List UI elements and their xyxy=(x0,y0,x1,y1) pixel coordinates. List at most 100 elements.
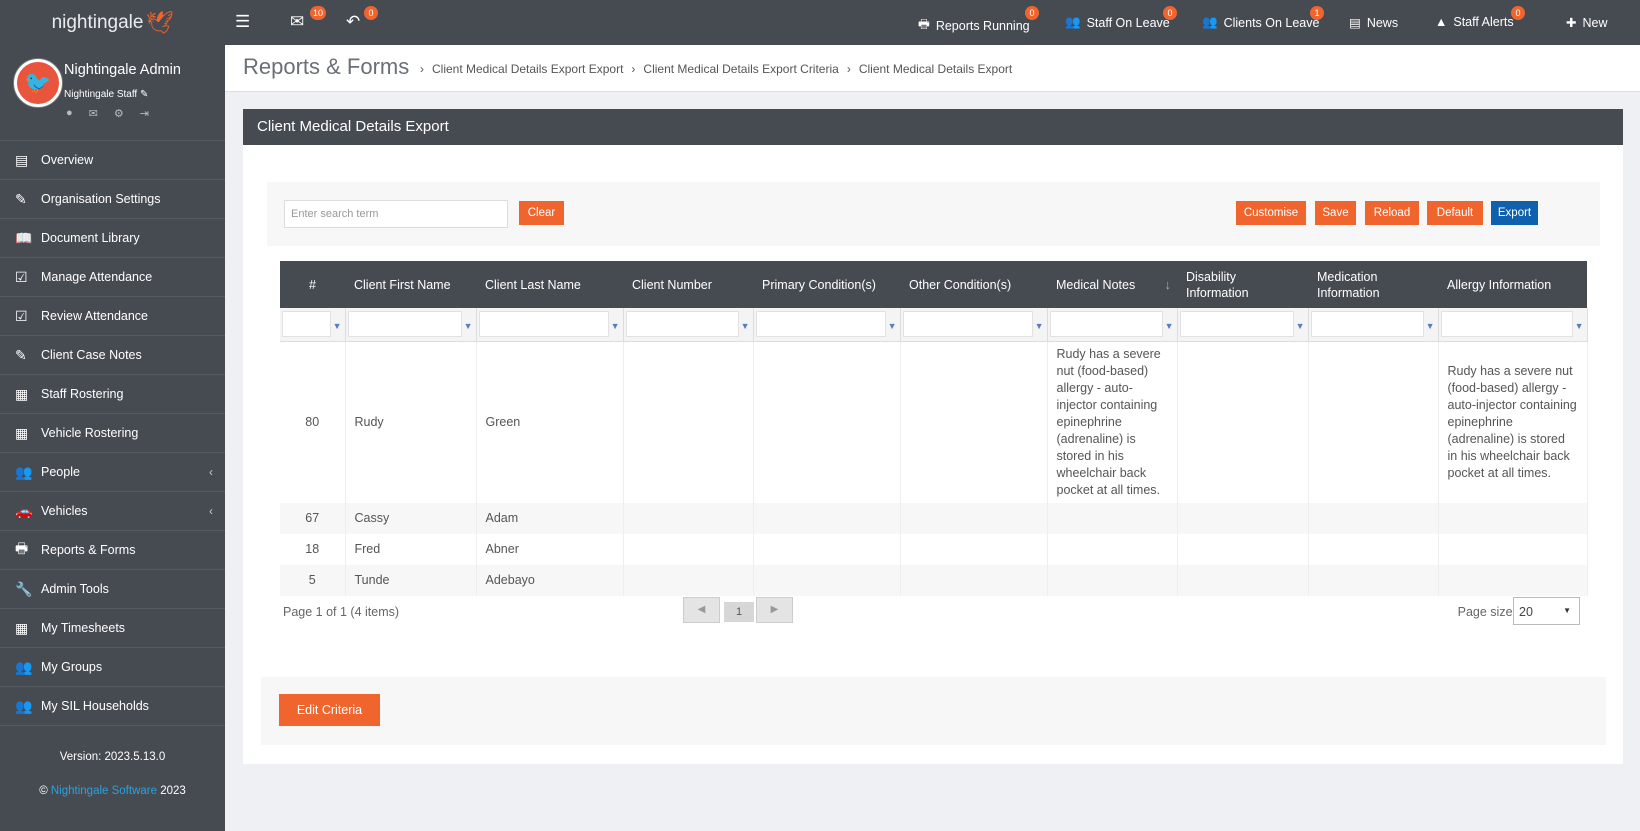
sidebar-item-label: Reports & Forms xyxy=(41,543,136,557)
prev-page-button[interactable]: ◀ xyxy=(683,597,720,623)
logout-icon[interactable]: ⇥ xyxy=(140,107,149,120)
column-header-label: Primary Condition(s) xyxy=(762,277,876,292)
filter-icon[interactable]: ▼ xyxy=(611,321,620,331)
breadcrumb: › Client Medical Details Export Export ›… xyxy=(420,62,1012,76)
table-row[interactable]: 18 Fred Abner xyxy=(280,534,1588,565)
filter-icon[interactable]: ▼ xyxy=(741,321,750,331)
pager: Page 1 of 1 (4 items) ◀ 1 ▶ Page size: 2… xyxy=(283,595,1588,629)
table-cell xyxy=(623,341,754,503)
save-button[interactable]: Save xyxy=(1315,201,1356,225)
new-button[interactable]: ✚ New xyxy=(1566,15,1608,31)
table-row[interactable]: 5 Tunde Adebayo xyxy=(280,565,1588,596)
sidebar-item-label: Admin Tools xyxy=(41,582,109,596)
filter-input[interactable] xyxy=(1049,311,1163,338)
table-cell xyxy=(1308,534,1439,565)
page-size-select[interactable]: 20 ▼ xyxy=(1513,597,1580,625)
avatar[interactable]: 🐦 xyxy=(14,59,62,107)
filter-input[interactable] xyxy=(1179,311,1294,338)
filter-cell: ▼ xyxy=(1438,308,1588,342)
column-header[interactable]: Other Condition(s) xyxy=(900,261,1047,308)
sidebar-item-my-sil-households[interactable]: 👥 My SIL Households xyxy=(0,687,225,726)
table-row[interactable]: 67 Cassy Adam xyxy=(280,503,1588,534)
column-header[interactable]: Disability Information xyxy=(1177,261,1308,308)
column-header[interactable]: Client Number xyxy=(623,261,753,308)
filter-input[interactable] xyxy=(902,311,1033,338)
table-cell: Rudy has a severe nut (food-based) aller… xyxy=(1438,341,1588,503)
filter-input[interactable] xyxy=(347,311,462,338)
column-header[interactable]: Client Last Name xyxy=(476,261,623,308)
filter-icon[interactable]: ▼ xyxy=(888,321,897,331)
filter-icon[interactable]: ▼ xyxy=(1575,321,1584,331)
filter-input[interactable] xyxy=(1310,311,1424,338)
sidebar-item-people[interactable]: 👥 People ‹ xyxy=(0,453,225,492)
edit-criteria-button[interactable]: Edit Criteria xyxy=(279,694,380,726)
column-header[interactable]: Primary Condition(s) xyxy=(753,261,900,308)
calendar-icon: ▦ xyxy=(15,385,29,402)
user-icon[interactable]: ● xyxy=(66,107,73,120)
gear-icon[interactable]: ⚙ xyxy=(114,107,124,120)
table-cell xyxy=(1177,503,1309,534)
export-button[interactable]: Export xyxy=(1491,201,1538,225)
sidebar-item-vehicles[interactable]: 🚗 Vehicles ‹ xyxy=(0,492,225,531)
clear-button[interactable]: Clear xyxy=(519,201,564,225)
envelope-icon[interactable]: ✉ xyxy=(290,12,304,32)
search-input[interactable]: Enter search term xyxy=(284,200,508,228)
table-row[interactable]: 80 Rudy Green Rudy has a severe nut (food-b… xyxy=(280,341,1588,503)
sidebar-item-my-groups[interactable]: 👥 My Groups xyxy=(0,648,225,687)
sidebar-item-document-library[interactable]: 📖 Document Library xyxy=(0,219,225,258)
filter-icon[interactable]: ▼ xyxy=(1296,321,1305,331)
filter-icon[interactable]: ▼ xyxy=(1426,321,1435,331)
filter-cell: ▼ xyxy=(1047,308,1178,342)
breadcrumb-item[interactable]: Client Medical Details Export Criteria xyxy=(643,62,838,76)
reports-running-button[interactable]: 🖶 Reports Running xyxy=(918,15,1030,36)
envelope-icon[interactable]: ✉ xyxy=(89,107,98,120)
staff-on-leave-button[interactable]: 👥 Staff On Leave xyxy=(1065,15,1170,30)
sidebar-item-label: Document Library xyxy=(41,231,140,245)
nightingale-software-link[interactable]: Nightingale Software xyxy=(51,785,157,797)
filter-input[interactable] xyxy=(1440,311,1573,338)
next-page-button[interactable]: ▶ xyxy=(756,597,793,623)
table-cell: Green xyxy=(476,341,624,503)
sidebar-item-reports-forms[interactable]: 🖶 Reports & Forms xyxy=(0,531,225,570)
filter-icon[interactable]: ▼ xyxy=(1035,321,1044,331)
sidebar-item-staff-rostering[interactable]: ▦ Staff Rostering xyxy=(0,375,225,414)
column-header[interactable]: Client First Name xyxy=(345,261,476,308)
column-header[interactable]: # xyxy=(280,261,345,308)
hamburger-menu-icon[interactable]: ☰ xyxy=(235,12,250,32)
logo-text: nightingale xyxy=(51,11,144,33)
sidebar-item-admin-tools[interactable]: 🔧 Admin Tools xyxy=(0,570,225,609)
sidebar-item-label: Organisation Settings xyxy=(41,192,161,206)
sidebar-item-client-case-notes[interactable]: ✎ Client Case Notes xyxy=(0,336,225,375)
reply-icon[interactable]: ↶ xyxy=(346,12,360,32)
filter-icon[interactable]: ▼ xyxy=(333,321,342,331)
filter-icon[interactable]: ▼ xyxy=(1165,321,1174,331)
reload-button[interactable]: Reload xyxy=(1365,201,1419,225)
filter-input[interactable] xyxy=(625,311,739,338)
breadcrumb-item[interactable]: Client Medical Details Export Export xyxy=(432,62,623,76)
sidebar-item-my-timesheets[interactable]: ▦ My Timesheets xyxy=(0,609,225,648)
column-header[interactable]: Allergy Information xyxy=(1438,261,1587,308)
sidebar-item-organisation-settings[interactable]: ✎ Organisation Settings xyxy=(0,180,225,219)
filter-input[interactable] xyxy=(478,311,609,338)
sidebar-item-manage-attendance[interactable]: ☑ Manage Attendance xyxy=(0,258,225,297)
logo[interactable]: nightingale 🕊 xyxy=(0,0,225,45)
filter-cell: ▼ xyxy=(345,308,477,342)
clients-on-leave-badge: 1 xyxy=(1310,6,1324,20)
filter-input[interactable] xyxy=(282,311,331,338)
staff-alerts-button[interactable]: ▲ Staff Alerts xyxy=(1435,15,1514,29)
sidebar-item-overview[interactable]: ▤ Overview xyxy=(0,141,225,180)
default-button[interactable]: Default xyxy=(1427,201,1483,225)
pager-controls: ◀ 1 ▶ xyxy=(683,595,793,625)
customise-button[interactable]: Customise xyxy=(1236,201,1306,225)
sidebar-item-vehicle-rostering[interactable]: ▦ Vehicle Rostering xyxy=(0,414,225,453)
filter-icon[interactable]: ▼ xyxy=(464,321,473,331)
current-page[interactable]: 1 xyxy=(724,602,754,622)
sidebar-item-review-attendance[interactable]: ☑ Review Attendance xyxy=(0,297,225,336)
clients-on-leave-button[interactable]: 👥 Clients On Leave xyxy=(1202,15,1319,30)
news-button[interactable]: ▤ News xyxy=(1349,15,1398,31)
column-header-label: # xyxy=(309,277,316,292)
filter-input[interactable] xyxy=(755,311,886,338)
column-header[interactable]: Medication Information xyxy=(1308,261,1438,308)
column-header[interactable]: Medical Notes ↓ xyxy=(1047,261,1177,308)
pencil-icon[interactable]: ✎ xyxy=(140,89,148,100)
